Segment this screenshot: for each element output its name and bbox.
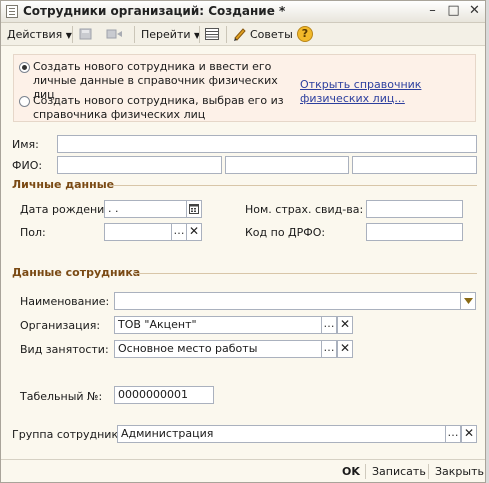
calendar-icon [189,204,199,214]
close-button[interactable]: Закрыть [435,465,484,478]
goto-menu[interactable]: Перейти ▼ [141,27,200,42]
employee-name-input[interactable] [114,292,461,310]
structure-icon[interactable] [204,26,220,42]
actions-menu[interactable]: Действия ▼ [7,27,72,42]
minimize-button[interactable]: – [425,4,440,19]
employment-type-input[interactable]: Основное место работы [114,340,322,358]
footer-divider [1,459,485,460]
organization-input[interactable]: ТОВ "Акцент" [114,316,322,334]
form-window: Сотрудники организаций: Создание * – □ ✕… [0,0,486,483]
toolbar-divider [226,26,227,43]
form-icon [6,5,18,18]
toolbar-divider [134,26,135,43]
creation-mode-panel: Создать нового сотрудника и ввести его л… [13,54,476,122]
employee-section-title: Данные сотрудника [12,266,141,279]
save-button[interactable]: Записать [372,465,426,478]
personnel-number-input[interactable]: 0000000001 [114,386,214,404]
toolbar: Действия ▼ Перейти ▼ Советы ? [1,23,485,46]
insurance-number-input[interactable] [366,200,463,218]
section-divider [134,273,477,274]
radio-existing-person-label[interactable]: Создать нового сотрудника, выбрав его из… [33,94,295,122]
toolbar-divider [72,26,73,43]
gender-label: Пол: [20,226,46,239]
toolbar-divider [199,26,200,43]
tips-icon[interactable] [232,26,248,42]
drfo-code-input[interactable] [366,223,463,241]
employee-name-label: Наименование: [20,295,110,308]
employment-type-label: Вид занятости: [20,343,109,356]
footer-separator [365,464,366,479]
employee-group-label: Группа сотрудника: [12,428,129,441]
open-directory-link[interactable]: Открыть справочник физических лиц... [300,78,472,106]
title-bar: Сотрудники организаций: Создание * – □ ✕ [1,1,485,23]
window-title: Сотрудники организаций: Создание * [23,4,286,18]
fio-firstname-input[interactable] [225,156,349,174]
name-label: Имя: [12,138,39,151]
dropdown-arrow-icon: ▼ [65,31,72,40]
fio-label: ФИО: [12,159,43,172]
employee-group-clear-button[interactable]: ✕ [461,425,477,443]
radio-existing-person[interactable] [19,96,30,107]
fio-surname-input[interactable] [57,156,222,174]
calendar-button[interactable] [186,200,202,218]
employment-type-select-button[interactable]: … [321,340,337,358]
maximize-button[interactable]: □ [446,4,461,19]
help-button[interactable]: ? [297,26,313,42]
name-input[interactable] [57,135,477,153]
gender-input[interactable] [104,223,172,241]
employment-type-clear-button[interactable]: ✕ [337,340,353,358]
section-divider [109,185,477,186]
post-document-icon[interactable] [105,26,122,42]
insurance-number-label: Ном. страх. свид-ва: [245,203,364,216]
employee-name-dropdown[interactable] [460,292,476,310]
actions-menu-label: Действия [7,28,63,41]
birth-date-input[interactable]: . . [104,200,187,218]
organization-label: Организация: [20,319,101,332]
drfo-code-label: Код по ДРФО: [245,226,326,239]
close-window-button[interactable]: ✕ [467,4,482,19]
personnel-number-label: Табельный №: [20,390,103,403]
tips-button[interactable]: Советы [250,27,293,42]
footer-separator [428,464,429,479]
employee-group-select-button[interactable]: … [445,425,461,443]
organization-clear-button[interactable]: ✕ [337,316,353,334]
birth-date-label: Дата рождения: [20,203,115,216]
organization-select-button[interactable]: … [321,316,337,334]
personal-section-title: Личные данные [12,178,115,191]
ok-button[interactable]: OK [342,465,360,478]
goto-menu-label: Перейти [141,28,191,41]
fio-patronymic-input[interactable] [352,156,477,174]
employee-group-input[interactable]: Администрация [117,425,446,443]
gender-clear-button[interactable]: ✕ [186,223,202,241]
save-copy-icon[interactable] [78,26,94,42]
gender-select-button[interactable]: … [171,223,187,241]
radio-new-person[interactable] [19,62,30,73]
chevron-down-icon [463,298,473,304]
